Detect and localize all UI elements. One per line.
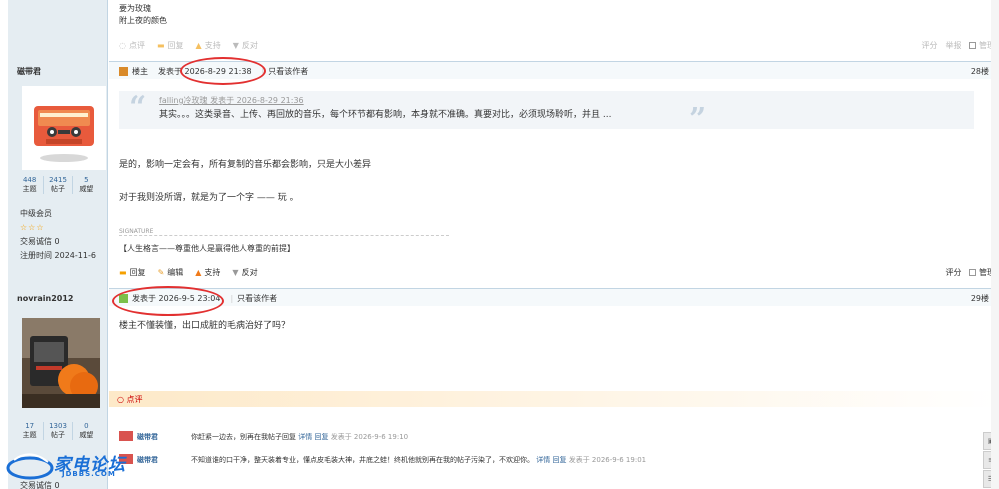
quote-meta[interactable]: falling冷玫瑰 发表于 2026-8-29 21:36 bbox=[159, 95, 304, 106]
trade-trust: 交易诚信 0 bbox=[20, 237, 60, 246]
rate-link[interactable]: 评分 bbox=[921, 40, 937, 51]
stat-topics[interactable]: 17 主题 bbox=[16, 422, 45, 440]
page-scrollbar[interactable] bbox=[991, 0, 999, 489]
comment-detail-link[interactable]: 详情 bbox=[298, 433, 312, 441]
comment-content: 你赶紧一边去，别再在我帖子回复 详情 回复 发表于 2026-9-6 19:10 bbox=[191, 433, 409, 441]
stat-prestige[interactable]: 0 威望 bbox=[73, 422, 100, 440]
post28-floor[interactable]: 28楼 bbox=[971, 66, 989, 77]
thumb-down-icon: ▼ bbox=[232, 267, 239, 277]
post29-body: 楼主不懂装懂，出口成脏的毛病治好了吗？ bbox=[119, 321, 291, 331]
prev-post-line-1: 要为玫瑰 bbox=[119, 4, 151, 13]
support-button[interactable]: ▲ 支持 bbox=[196, 40, 221, 51]
rank-stars-icon: ☆☆☆ bbox=[20, 223, 45, 232]
post29-header: 发表于 2026-9-5 23:04 | 只看该作者 29楼 bbox=[109, 288, 999, 306]
stat-posts[interactable]: 1303 帖子 bbox=[44, 422, 73, 440]
post28-stats: 448 主题 2415 帖子 5 威望 bbox=[16, 176, 100, 194]
circle-icon: ○ bbox=[117, 395, 124, 404]
post28-header-left: 楼主 发表于 2026-8-29 21:38 | 只看该作者 bbox=[119, 66, 308, 77]
comment-author[interactable]: 磁带君 bbox=[137, 432, 158, 442]
comment-content: 不知道谁的口干净，整天装着专业，懂点皮毛装大神，井底之蛙！终机他就别再在我的帖子… bbox=[191, 456, 647, 464]
comment-time: 发表于 2026-9-6 19:10 bbox=[330, 433, 409, 441]
reply-button[interactable]: ▬ 回复 bbox=[119, 267, 146, 278]
post28-body-line-2: 对于我则没所谓，就是为了一个字 —— 玩 。 bbox=[119, 193, 299, 203]
stat-prestige[interactable]: 5 威望 bbox=[73, 176, 100, 194]
only-author-link[interactable]: 只看该作者 bbox=[237, 293, 277, 304]
comment-time: 发表于 2026-9-6 19:01 bbox=[568, 456, 647, 464]
manage-checkbox[interactable] bbox=[969, 269, 977, 276]
reply-button[interactable]: ▬ 回复 bbox=[157, 40, 184, 51]
post28-header: 楼主 发表于 2026-8-29 21:38 | 只看该作者 28楼 bbox=[109, 61, 999, 79]
stat-topics[interactable]: 448 主题 bbox=[16, 176, 45, 194]
site-watermark: 家电论坛 JDBBS.COM bbox=[4, 446, 164, 486]
comment-reply-link[interactable]: 回复 bbox=[314, 433, 328, 441]
signature-label: SIGNATURE bbox=[119, 228, 154, 235]
cassette-avatar-icon bbox=[22, 86, 106, 170]
prev-post-actions: ◌ 点评 ▬ 回复 ▲ 支持 ▼ 反对 bbox=[119, 39, 258, 51]
post28-quote: “ falling冷玫瑰 发表于 2026-8-29 21:36 其实。。。这类… bbox=[119, 90, 974, 135]
close-quote-icon: ” bbox=[689, 102, 707, 137]
post-time: 发表于 2026-8-29 21:38 bbox=[158, 67, 252, 76]
post29-avatar[interactable] bbox=[22, 318, 100, 408]
owner-icon bbox=[119, 67, 128, 76]
comment-icon: ◌ bbox=[119, 40, 126, 50]
comment-reply-link[interactable]: 回复 bbox=[552, 456, 566, 464]
thumb-down-icon: ▼ bbox=[232, 40, 239, 50]
post28-username[interactable]: 磁带君 bbox=[17, 66, 41, 77]
post28-user-info: 中级会员 ☆☆☆ 交易诚信 0 注册时间 2024-11-6 bbox=[20, 207, 96, 263]
post-content-column: 要为玫瑰 附上夜的颜色 ◌ 点评 ▬ 回复 ▲ 支持 ▼ 反对 评分 举报 管理 楼主 … bbox=[109, 0, 999, 489]
oppose-button[interactable]: ▼ 反对 bbox=[232, 267, 257, 278]
post29-username[interactable]: novrain2012 bbox=[17, 294, 73, 303]
brand-logo-icon bbox=[6, 453, 54, 480]
quote-text: 其实。。。这类录音、上传、再回放的音乐，每个环节都有影响，本身就不准确。真要对比… bbox=[159, 110, 612, 120]
post28-avatar[interactable] bbox=[22, 86, 106, 170]
reply-icon: ▬ bbox=[119, 267, 127, 277]
brand-domain: JDBBS.COM bbox=[62, 470, 116, 478]
stat-posts[interactable]: 2415 帖子 bbox=[44, 176, 73, 194]
dianping-section: ○ 点评 bbox=[109, 391, 999, 407]
user-sidebar-column: 磁带君 448 主题 2415 帖子 5 威望 中级会员 ☆☆☆ 交易诚信 0 … bbox=[8, 0, 108, 489]
open-quote-icon: “ bbox=[129, 90, 147, 125]
only-author-link[interactable]: 只看该作者 bbox=[268, 66, 308, 77]
comment-avatar[interactable] bbox=[119, 431, 133, 441]
prev-post-right-actions: 评分 举报 管理 bbox=[921, 40, 995, 51]
post28-right-actions: 评分 管理 bbox=[945, 267, 995, 278]
post29-stats: 17 主题 1303 帖子 0 威望 bbox=[16, 422, 100, 440]
oppose-button[interactable]: ▼ 反对 bbox=[233, 40, 258, 51]
post-time: 发表于 2026-9-5 23:04 bbox=[132, 294, 221, 303]
support-button[interactable]: ▲ 支持 bbox=[195, 267, 220, 278]
prev-post-line-2: 附上夜的颜色 bbox=[119, 16, 167, 25]
post28-body-line-1: 是的，影响一定会有，所有复制的音乐都会影响，只是大小差异 bbox=[119, 160, 372, 170]
signature-text: 【人生格言——尊重他人是赢得他人尊重的前提】 bbox=[119, 244, 295, 253]
register-date: 注册时间 2024-11-6 bbox=[20, 251, 96, 260]
manage-checkbox[interactable] bbox=[969, 42, 977, 49]
rate-link[interactable]: 评分 bbox=[945, 267, 961, 278]
post29-header-left: 发表于 2026-9-5 23:04 | 只看该作者 bbox=[119, 293, 277, 304]
player-avatar-icon bbox=[22, 318, 100, 408]
reply-icon: ▬ bbox=[156, 40, 165, 50]
pencil-icon: ✎ bbox=[157, 267, 165, 277]
header-separator: | bbox=[261, 67, 265, 76]
thumb-up-icon: ▲ bbox=[195, 40, 202, 50]
dianping-label[interactable]: ○ 点评 bbox=[117, 394, 143, 405]
post28-actions: ▬ 回复 ✎ 编辑 ▲ 支持 ▼ 反对 bbox=[119, 266, 258, 278]
signature-divider bbox=[119, 235, 449, 236]
forum-thread-page: 磁带君 448 主题 2415 帖子 5 威望 中级会员 ☆☆☆ 交易诚信 0 … bbox=[0, 0, 999, 489]
thumb-up-icon: ▲ bbox=[195, 267, 202, 277]
post29-floor[interactable]: 29楼 bbox=[971, 293, 989, 304]
comment-detail-link[interactable]: 详情 bbox=[536, 456, 550, 464]
edit-button[interactable]: ✎ 编辑 bbox=[158, 267, 184, 278]
dianping-button[interactable]: ◌ 点评 bbox=[119, 40, 145, 51]
header-separator: | bbox=[230, 294, 234, 303]
user-level[interactable]: 中级会员 bbox=[20, 207, 96, 221]
report-link[interactable]: 举报 bbox=[945, 40, 961, 51]
owner-badge: 楼主 bbox=[132, 67, 148, 76]
online-status-icon bbox=[119, 294, 128, 303]
